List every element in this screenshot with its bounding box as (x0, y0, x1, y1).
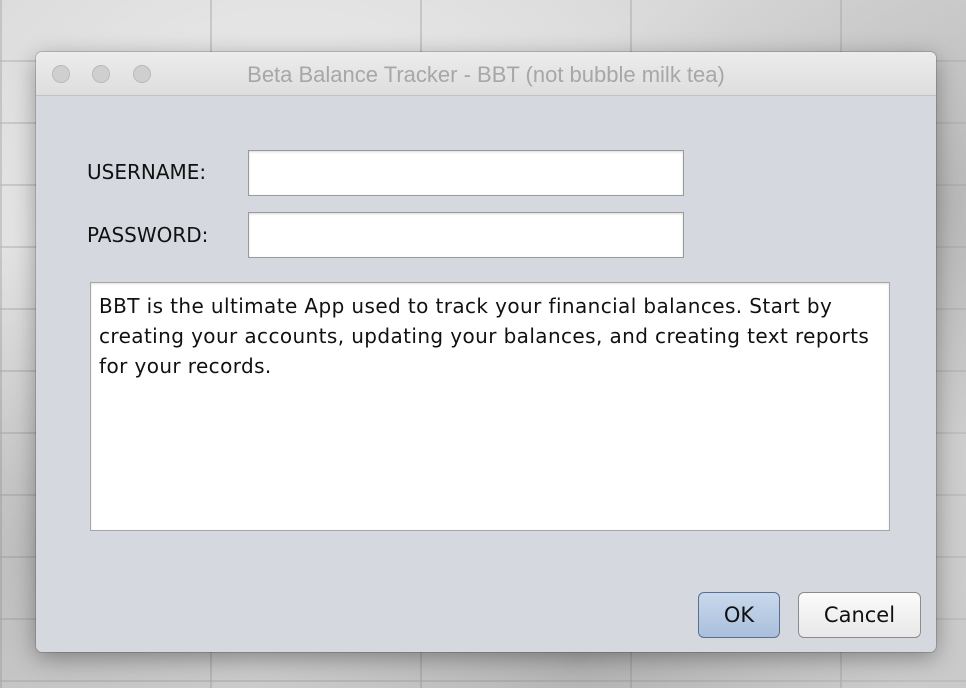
title-bar[interactable]: Beta Balance Tracker - BBT (not bubble m… (36, 52, 936, 96)
password-label: PASSWORD: (87, 223, 209, 247)
password-input[interactable] (248, 212, 684, 258)
login-dialog-window: Beta Balance Tracker - BBT (not bubble m… (36, 52, 936, 652)
description-text-area[interactable]: BBT is the ultimate App used to track yo… (90, 282, 890, 531)
username-label: USERNAME: (87, 160, 207, 184)
cancel-button[interactable]: Cancel (798, 592, 921, 638)
username-input[interactable] (248, 150, 684, 196)
window-title: Beta Balance Tracker - BBT (not bubble m… (247, 62, 725, 87)
ok-button[interactable]: OK (698, 592, 780, 638)
